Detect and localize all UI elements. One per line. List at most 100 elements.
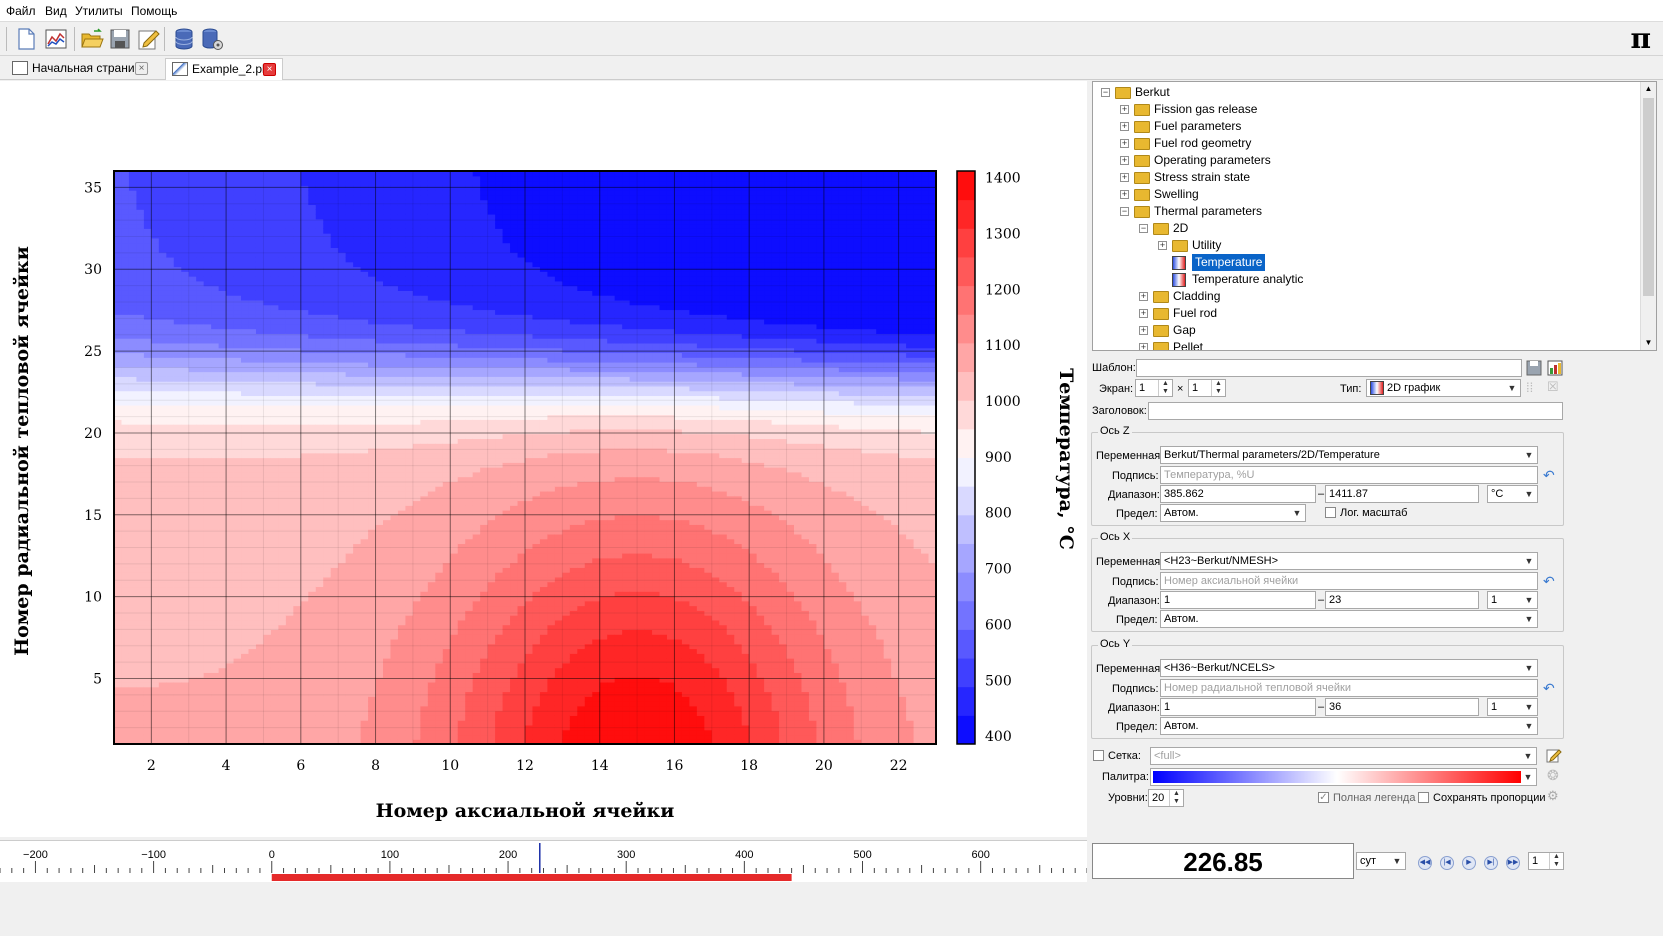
- heatmap-cell: [121, 409, 130, 416]
- heatmap-cell: [315, 672, 324, 678]
- heatmap-cell: [196, 567, 205, 573]
- heatmap-cell: [323, 581, 332, 588]
- heatmap-cell: [293, 634, 302, 640]
- heatmap-cell: [293, 562, 302, 568]
- heatmap-cell: [323, 462, 332, 468]
- heatmap-cell: [151, 390, 160, 397]
- heatmap-cell: [233, 190, 242, 196]
- tab-start-page[interactable]: Начальная страница ×: [6, 58, 154, 80]
- heatmap-cell: [360, 691, 369, 697]
- heatmap-cell: [270, 476, 279, 482]
- heatmap-cell: [330, 175, 339, 182]
- heatmap-cell: [338, 190, 347, 196]
- heatmap-cell: [383, 328, 392, 334]
- heatmap-cell: [211, 653, 220, 659]
- heatmap-cell: [255, 586, 265, 592]
- heatmap-cell: [226, 362, 235, 368]
- heatmap-cell: [151, 385, 160, 392]
- save-icon[interactable]: [108, 27, 132, 51]
- heatmap-cell: [375, 290, 384, 296]
- heatmap-cell: [360, 190, 369, 196]
- heatmap-cell: [196, 299, 205, 306]
- heatmap-cell: [368, 204, 377, 210]
- heatmap-cell: [278, 653, 287, 659]
- heatmap-cell: [255, 533, 265, 540]
- heatmap-cell: [338, 505, 347, 511]
- menu-view[interactable]: Вид: [45, 4, 67, 18]
- plot-icon[interactable]: [44, 27, 68, 51]
- heatmap-cell: [263, 715, 272, 721]
- database-icon[interactable]: [172, 27, 196, 51]
- heatmap-cell: [353, 371, 362, 377]
- heatmap-cell: [196, 323, 205, 330]
- heatmap-cell: [420, 686, 429, 693]
- database-settings-icon[interactable]: [200, 27, 224, 51]
- heatmap-cell: [218, 662, 227, 669]
- heatmap-cell: [383, 285, 392, 291]
- heatmap-cell: [158, 404, 167, 411]
- menu-utilities[interactable]: Утилиты: [75, 4, 123, 18]
- heatmap-cell: [151, 467, 160, 473]
- heatmap-cell: [121, 228, 130, 234]
- heatmap-cell: [166, 185, 175, 191]
- heatmap-cell: [405, 567, 414, 573]
- heatmap-cell: [218, 342, 227, 349]
- heatmap-cell: [158, 648, 167, 654]
- heatmap-cell: [360, 404, 369, 411]
- heatmap-cell: [308, 653, 317, 659]
- heatmap-cell: [151, 490, 160, 497]
- heatmap-cell: [151, 677, 160, 683]
- heatmap-cell: [136, 557, 145, 564]
- heatmap-cell: [323, 309, 332, 315]
- heatmap-cell: [203, 223, 212, 229]
- heatmap-cell: [308, 600, 317, 607]
- heatmap-cell: [196, 553, 205, 559]
- heatmap-cell: [353, 600, 362, 607]
- close-icon[interactable]: ×: [135, 62, 148, 75]
- heatmap-cell: [188, 557, 197, 564]
- new-document-icon[interactable]: [14, 27, 38, 51]
- heatmap-cell: [248, 299, 257, 306]
- menu-file[interactable]: Файл: [6, 4, 36, 18]
- heatmap-cell: [151, 705, 160, 712]
- heatmap-cell: [293, 576, 302, 583]
- heatmap-cell: [285, 615, 294, 621]
- heatmap-cell: [383, 180, 392, 186]
- heatmap-cell: [166, 686, 175, 693]
- heatmap-cell: [412, 204, 421, 210]
- heatmap-cell: [368, 519, 377, 525]
- heatmap-cell: [368, 256, 377, 263]
- heatmap-cell: [255, 218, 265, 225]
- heatmap-cell: [323, 605, 332, 611]
- heatmap-cell: [383, 605, 392, 611]
- heatmap-cell: [218, 438, 227, 444]
- heatmap-cell: [270, 233, 279, 239]
- heatmap-cell: [285, 400, 294, 406]
- heatmap-cell: [196, 242, 205, 248]
- tab-bar: Начальная страница × Example_2.plt ×: [0, 56, 1663, 80]
- heatmap-cell: [196, 376, 205, 382]
- heatmap-cell: [270, 290, 279, 296]
- heatmap-cell: [241, 643, 250, 650]
- heatmap-cell: [166, 576, 175, 583]
- heatmap-cell: [383, 362, 392, 368]
- edit-icon[interactable]: [136, 27, 160, 51]
- heatmap-cell: [226, 662, 235, 669]
- heatmap-cell: [383, 662, 392, 669]
- open-folder-icon[interactable]: [80, 27, 104, 51]
- temperature-contour-plot[interactable]: 2 4 6 8 10 12 14 16 18 20 22 5101520253035 4005006…: [0, 81, 1087, 837]
- heatmap-cell: [255, 524, 265, 530]
- plot-area[interactable]: 2 4 6 8 10 12 14 16 18 20 22 5 10 15 20 25 30 35 400 500 6…: [0, 81, 1087, 837]
- menu-help[interactable]: Помощь: [131, 4, 177, 18]
- heatmap-cell: [143, 443, 152, 449]
- tab-example-plt[interactable]: Example_2.plt ×: [165, 58, 283, 80]
- heatmap-cell: [114, 242, 123, 248]
- close-icon[interactable]: ×: [263, 63, 276, 76]
- heatmap-cell: [188, 342, 197, 349]
- heatmap-cell: [300, 476, 309, 482]
- heatmap-cell: [420, 538, 429, 545]
- heatmap-cell: [368, 672, 377, 678]
- heatmap-cell: [412, 715, 421, 721]
- heatmap-cell: [196, 424, 205, 430]
- heatmap-cell: [248, 371, 257, 377]
